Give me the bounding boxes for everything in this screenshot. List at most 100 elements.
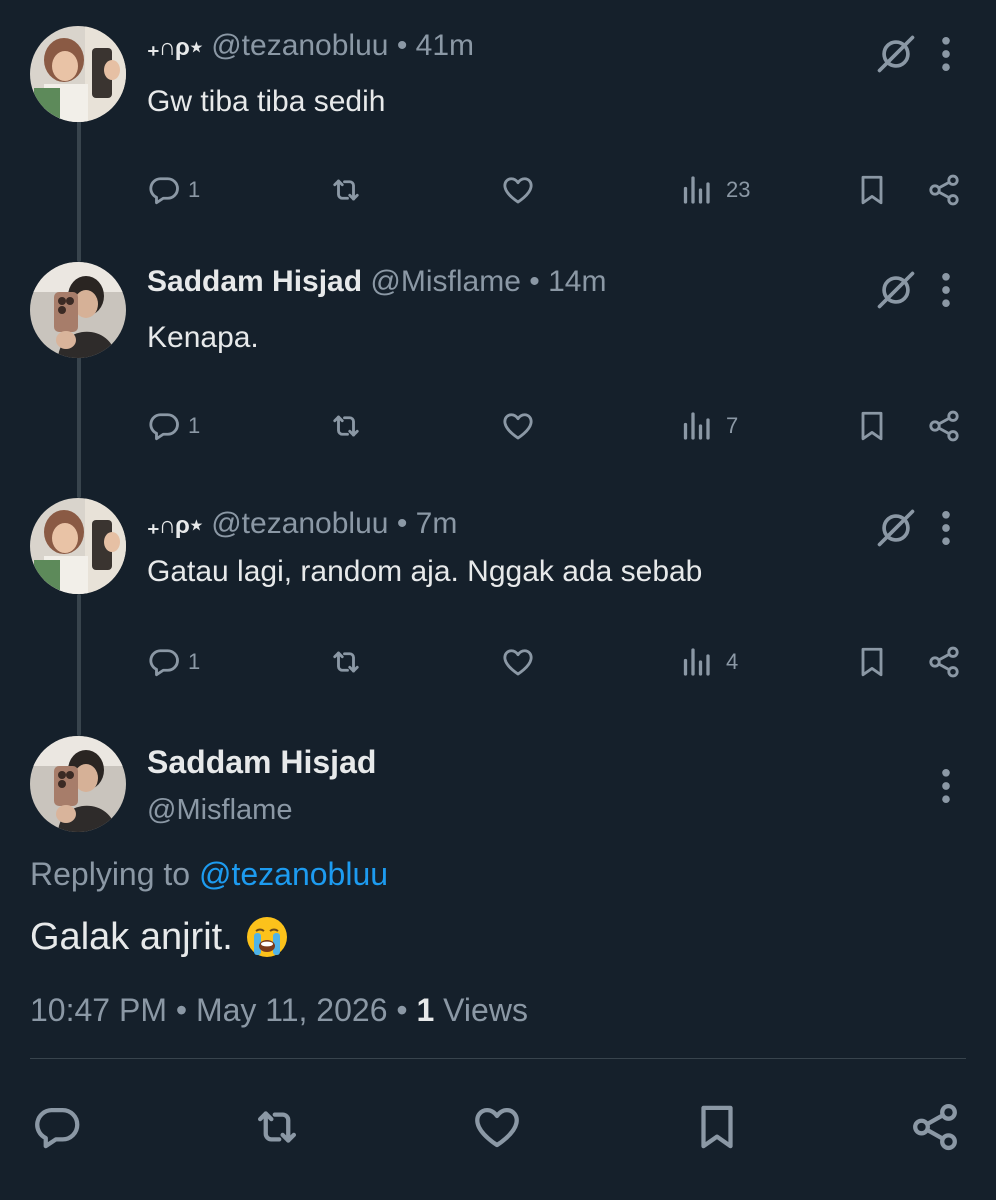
author-name[interactable]: Saddam Hisjad: [147, 265, 362, 298]
bookmark-button[interactable]: [690, 1100, 744, 1154]
avatar[interactable]: [30, 736, 126, 832]
divider: [30, 1058, 966, 1059]
grok-icon[interactable]: [874, 32, 918, 76]
tweet-header: ₊∩ρ⋆ @tezanobluu • 7m: [147, 504, 457, 546]
tweet-time[interactable]: 41m: [416, 29, 474, 62]
bookmark-icon: [854, 644, 890, 680]
tweet-date[interactable]: May 11, 2026: [196, 992, 388, 1028]
like-button[interactable]: [470, 1100, 524, 1154]
bookmark-button[interactable]: [854, 172, 890, 208]
share-icon: [908, 1100, 962, 1154]
tweet-meta: 10:47 PM • May 11, 2026 • 1 Views: [30, 990, 528, 1030]
views-count: 7: [726, 413, 739, 438]
reply-count: 1: [188, 413, 201, 438]
tweet-text: Gatau lagi, random aja. Nggak ada sebab: [147, 555, 703, 588]
like-button[interactable]: [500, 408, 536, 444]
retweet-button[interactable]: [250, 1100, 304, 1154]
like-button[interactable]: [500, 644, 536, 680]
retweet-icon: [328, 644, 364, 680]
author-handle[interactable]: @Misflame: [147, 790, 292, 830]
reply-button[interactable]: 1: [146, 408, 200, 444]
reply-icon: [146, 644, 182, 680]
bookmark-button[interactable]: [854, 408, 890, 444]
share-button[interactable]: [908, 1100, 962, 1154]
tweet-header: Saddam Hisjad @Misflame • 14m: [147, 262, 606, 302]
tweet-timestamp[interactable]: 10:47 PM: [30, 992, 167, 1028]
views-count: 4: [726, 649, 739, 674]
share-button[interactable]: [926, 644, 962, 680]
avatar[interactable]: [30, 26, 126, 122]
like-icon: [500, 172, 536, 208]
avatar[interactable]: [30, 262, 126, 358]
replying-to-link[interactable]: @tezanobluu: [199, 856, 388, 892]
action-bar: 1 4: [0, 638, 996, 688]
retweet-icon: [250, 1100, 304, 1154]
tweet-time[interactable]: 7m: [416, 507, 458, 540]
share-button[interactable]: [926, 408, 962, 444]
avatar-image: [30, 262, 126, 358]
reply-icon: [146, 172, 182, 208]
views-icon: [678, 644, 714, 680]
author-handle[interactable]: @Misflame: [370, 265, 520, 298]
views-count: 23: [726, 177, 751, 202]
main-action-bar: [0, 1100, 996, 1150]
loudly-crying-face-icon: [246, 917, 287, 957]
author-name[interactable]: ₊∩ρ⋆: [147, 512, 204, 539]
separator-dot: •: [396, 992, 408, 1028]
bookmark-icon: [690, 1100, 744, 1154]
bookmark-icon: [854, 172, 890, 208]
reply-icon: [146, 408, 182, 444]
reply-count: 1: [188, 177, 201, 202]
more-icon[interactable]: [932, 506, 960, 550]
share-button[interactable]: [926, 172, 962, 208]
author-handle[interactable]: @tezanobluu: [211, 507, 388, 540]
reply-tweet[interactable]: Saddam Hisjad @Misflame • 14m Kenapa. 1 …: [0, 262, 996, 462]
reply-tweet[interactable]: ₊∩ρ⋆ @tezanobluu • 41m Gw tiba tiba sedi…: [0, 26, 996, 226]
author-name[interactable]: Saddam Hisjad: [147, 742, 376, 782]
share-icon: [926, 644, 962, 680]
bookmark-button[interactable]: [854, 644, 890, 680]
tweet-text: Gw tiba tiba sedih: [147, 85, 386, 118]
share-icon: [926, 172, 962, 208]
views-icon: [678, 408, 714, 444]
author-name[interactable]: ₊∩ρ⋆: [147, 34, 204, 61]
views-label: Views: [443, 992, 528, 1028]
avatar-image: [30, 26, 126, 122]
retweet-button[interactable]: [328, 172, 364, 208]
reply-button[interactable]: 1: [146, 644, 200, 680]
separator-dot: •: [529, 265, 540, 298]
views-button[interactable]: 7: [678, 408, 738, 444]
retweet-button[interactable]: [328, 408, 364, 444]
like-icon: [470, 1100, 524, 1154]
like-icon: [500, 408, 536, 444]
author-handle[interactable]: @tezanobluu: [211, 29, 388, 62]
avatar-image: [30, 736, 126, 832]
grok-icon[interactable]: [874, 506, 918, 550]
replying-prefix: Replying to: [30, 856, 191, 892]
main-tweet: Saddam Hisjad @Misflame Replying to @tez…: [0, 736, 996, 1200]
tweet-text-row: Galak anjrit.: [30, 912, 289, 962]
tweet-time[interactable]: 14m: [548, 265, 606, 298]
reply-button[interactable]: [30, 1100, 84, 1154]
retweet-button[interactable]: [328, 644, 364, 680]
avatar-image: [30, 498, 126, 594]
avatar[interactable]: [30, 498, 126, 594]
views-button[interactable]: 23: [678, 172, 750, 208]
views-button[interactable]: 4: [678, 644, 738, 680]
grok-icon[interactable]: [874, 268, 918, 312]
action-bar: 1 7: [0, 402, 996, 452]
more-icon[interactable]: [932, 268, 960, 312]
more-icon[interactable]: [932, 764, 960, 808]
like-icon: [500, 644, 536, 680]
more-icon[interactable]: [932, 32, 960, 76]
like-button[interactable]: [500, 172, 536, 208]
views-icon: [678, 172, 714, 208]
replying-to: Replying to @tezanobluu: [30, 854, 388, 894]
reply-icon: [30, 1100, 84, 1154]
separator-dot: •: [396, 507, 408, 540]
reply-tweet[interactable]: ₊∩ρ⋆ @tezanobluu • 7m Gatau lagi, random…: [0, 498, 996, 698]
separator-dot: •: [396, 29, 408, 62]
bookmark-icon: [854, 408, 890, 444]
reply-button[interactable]: 1: [146, 172, 200, 208]
tweet-header: ₊∩ρ⋆ @tezanobluu • 41m: [147, 26, 474, 68]
